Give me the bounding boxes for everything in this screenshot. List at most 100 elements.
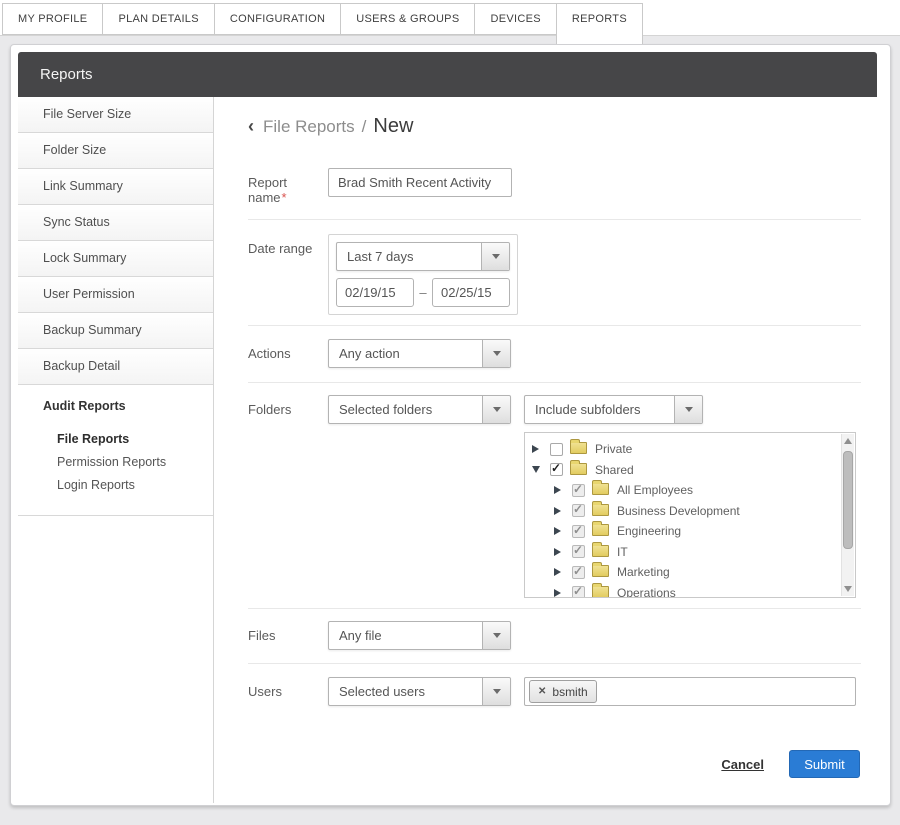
expand-arrow-icon[interactable] (554, 548, 567, 556)
actions-label: Actions (248, 339, 328, 361)
audit-reports-heading: Audit Reports (18, 399, 213, 413)
remove-user-icon[interactable]: ✕ (538, 686, 546, 697)
files-value: Any file (329, 628, 382, 643)
form-footer: Cancel Submit (248, 750, 861, 778)
start-date-input[interactable] (336, 278, 414, 307)
expand-arrow-icon[interactable] (554, 527, 567, 535)
folder-icon (592, 483, 609, 495)
date-preset-select[interactable]: Last 7 days (336, 242, 510, 271)
files-select[interactable]: Any file (328, 621, 511, 650)
folder-icon (592, 565, 609, 577)
report-name-row: Report name* (248, 138, 861, 220)
back-chevron-icon[interactable]: ‹ (248, 116, 254, 137)
tree-label: Private (595, 442, 632, 456)
breadcrumb: ‹ File Reports / New (248, 115, 861, 138)
tab-my-profile[interactable]: MY PROFILE (2, 3, 103, 35)
tree-label: Operations (617, 586, 676, 598)
subfolders-select[interactable]: Include subfolders (524, 395, 703, 424)
scrollbar-thumb[interactable] (843, 451, 853, 549)
sidebar-item-login-reports[interactable]: Login Reports (18, 474, 213, 497)
user-chip-text: bsmith (552, 685, 587, 699)
scroll-up-icon[interactable] (844, 438, 852, 444)
expand-arrow-icon[interactable] (532, 445, 545, 453)
breadcrumb-separator: / (362, 117, 367, 137)
folder-icon (570, 442, 587, 454)
tab-reports[interactable]: REPORTS (556, 3, 643, 44)
sidebar-item-permission-reports[interactable]: Permission Reports (18, 451, 213, 474)
sidebar-item-backup-detail[interactable]: Backup Detail (18, 349, 213, 385)
date-range-row: Date range Last 7 days – (248, 220, 861, 326)
dropdown-arrow-button[interactable] (674, 396, 702, 423)
folder-icon (592, 586, 609, 598)
tree-label: Engineering (617, 524, 681, 538)
tree-label: Business Development (617, 504, 740, 518)
report-name-input[interactable] (328, 168, 512, 197)
sidebar-item-lock-summary[interactable]: Lock Summary (18, 241, 213, 277)
sidebar-item-file-server-size[interactable]: File Server Size (18, 97, 213, 133)
folder-checkbox[interactable] (572, 504, 585, 517)
dropdown-arrow-button[interactable] (482, 678, 510, 705)
subfolders-value: Include subfolders (525, 402, 641, 417)
folder-checkbox[interactable] (572, 525, 585, 538)
folder-checkbox[interactable] (572, 484, 585, 497)
sidebar-item-user-permission[interactable]: User Permission (18, 277, 213, 313)
tab-plan-details[interactable]: PLAN DETAILS (102, 3, 214, 35)
tree-row-operations[interactable]: Operations (532, 583, 839, 599)
dropdown-arrow-button[interactable] (482, 622, 510, 649)
tab-configuration[interactable]: CONFIGURATION (214, 3, 341, 35)
tab-devices[interactable]: DEVICES (474, 3, 556, 35)
expand-arrow-icon[interactable] (554, 568, 567, 576)
collapse-arrow-icon[interactable] (532, 466, 545, 473)
tree-row-engineering[interactable]: Engineering (532, 521, 839, 542)
folder-checkbox[interactable] (550, 463, 563, 476)
files-row: Files Any file (248, 609, 861, 664)
tree-row-private[interactable]: Private (532, 439, 839, 460)
folders-mode-select[interactable]: Selected folders (328, 395, 511, 424)
tab-users-groups[interactable]: USERS & GROUPS (340, 3, 475, 35)
folder-checkbox[interactable] (572, 545, 585, 558)
sidebar-item-folder-size[interactable]: Folder Size (18, 133, 213, 169)
actions-row: Actions Any action (248, 326, 861, 383)
sidebar-item-backup-summary[interactable]: Backup Summary (18, 313, 213, 349)
date-preset-value: Last 7 days (337, 249, 414, 264)
top-tab-bar: MY PROFILE PLAN DETAILS CONFIGURATION US… (0, 0, 900, 36)
users-input[interactable]: ✕ bsmith (524, 677, 856, 706)
tree-row-all-employees[interactable]: All Employees (532, 480, 839, 501)
tree-row-shared[interactable]: Shared (532, 460, 839, 481)
tree-row-marketing[interactable]: Marketing (532, 562, 839, 583)
folder-checkbox[interactable] (572, 566, 585, 579)
page-title: New (373, 115, 413, 138)
tree-row-it[interactable]: IT (532, 542, 839, 563)
folders-mode-value: Selected folders (329, 402, 432, 417)
tree-scrollbar[interactable] (841, 434, 854, 596)
report-name-label: Report name* (248, 168, 328, 205)
sidebar-audit-section: Audit Reports File Reports Permission Re… (18, 385, 213, 516)
folder-checkbox[interactable] (550, 443, 563, 456)
panel-title: Reports (40, 66, 93, 83)
users-row: Users Selected users ✕ bsmith (248, 664, 861, 706)
sidebar-item-file-reports[interactable]: File Reports (18, 428, 213, 451)
sidebar-item-link-summary[interactable]: Link Summary (18, 169, 213, 205)
chevron-down-icon (493, 633, 501, 638)
dropdown-arrow-button[interactable] (482, 396, 510, 423)
expand-arrow-icon[interactable] (554, 486, 567, 494)
end-date-input[interactable] (432, 278, 510, 307)
date-range-dash: – (414, 285, 432, 300)
actions-select[interactable]: Any action (328, 339, 511, 368)
users-mode-select[interactable]: Selected users (328, 677, 511, 706)
sidebar-item-sync-status[interactable]: Sync Status (18, 205, 213, 241)
scroll-down-icon[interactable] (844, 586, 852, 592)
dropdown-arrow-button[interactable] (482, 340, 510, 367)
breadcrumb-parent-link[interactable]: File Reports (263, 117, 355, 137)
expand-arrow-icon[interactable] (554, 507, 567, 515)
folder-checkbox[interactable] (572, 586, 585, 598)
cancel-link[interactable]: Cancel (721, 757, 764, 772)
tree-label: Shared (595, 463, 634, 477)
submit-button[interactable]: Submit (789, 750, 860, 778)
chevron-down-icon (493, 407, 501, 412)
dropdown-arrow-button[interactable] (481, 243, 509, 270)
tree-row-business-development[interactable]: Business Development (532, 501, 839, 522)
chevron-down-icon (492, 254, 500, 259)
expand-arrow-icon[interactable] (554, 589, 567, 597)
actions-value: Any action (329, 346, 400, 361)
